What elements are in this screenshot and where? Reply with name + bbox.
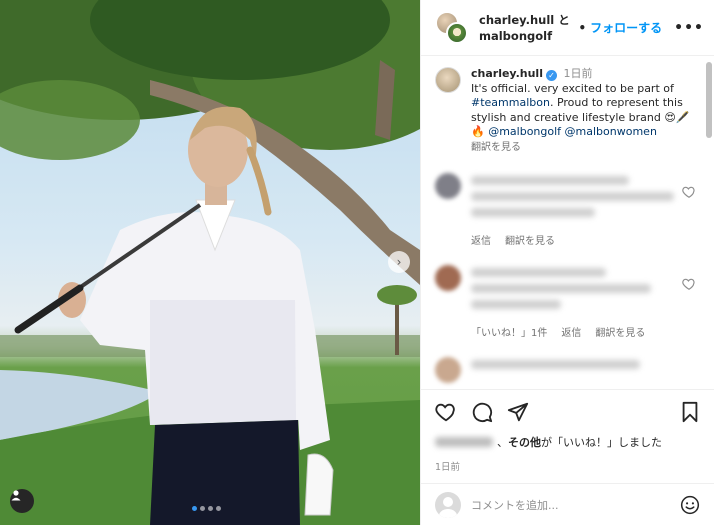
comments-scrollbar[interactable]: [706, 62, 712, 138]
blurred-comment-text: [471, 265, 696, 316]
likes-separator: 、: [497, 436, 508, 449]
comment-actions: 「いいね！」1件 返信 翻訳を見る: [471, 324, 696, 339]
likes-text: が「いいね！」しました: [541, 436, 662, 449]
add-comment-bar: コメントを追加...: [421, 483, 714, 525]
likes-summary[interactable]: 、その他 が「いいね！」しました: [435, 434, 700, 450]
collab-usernames: charley.hull と malbongolf: [479, 12, 578, 44]
joiner-text: と: [554, 12, 570, 27]
comment-item: [435, 357, 696, 383]
caption: charley.hull ✓ 1日前 It's official. very ex…: [435, 67, 696, 155]
tagged-user-button[interactable]: [10, 489, 34, 513]
post-image[interactable]: ›: [0, 0, 420, 525]
like-heart-icon[interactable]: [435, 401, 457, 423]
username-link[interactable]: charley.hull: [479, 13, 554, 27]
caption-body: charley.hull ✓ 1日前 It's official. very ex…: [471, 67, 696, 155]
avatar: [446, 21, 468, 44]
avatar[interactable]: [435, 67, 461, 93]
post-header: charley.hull と malbongolf • フォローする •••: [421, 0, 714, 56]
comment-like-count[interactable]: 「いいね！」1件: [471, 324, 547, 339]
carousel-dot: [216, 506, 221, 511]
separator-dot: •: [578, 21, 587, 35]
username-link[interactable]: charley.hull: [471, 67, 543, 80]
caption-text: It's official. very excited to be part o…: [471, 81, 674, 95]
translate-link[interactable]: 翻訳を見る: [595, 324, 645, 339]
comment-input[interactable]: コメントを追加...: [471, 497, 670, 513]
post-actions: 、その他 が「いいね！」しました 1日前: [421, 389, 714, 473]
carousel-dot: [208, 506, 213, 511]
comment-item: [435, 173, 696, 224]
current-user-avatar: [435, 491, 461, 518]
save-bookmark-icon[interactable]: [680, 401, 700, 423]
collab-avatars[interactable]: [435, 10, 469, 45]
translate-link[interactable]: 翻訳を見る: [471, 142, 521, 153]
like-comment-heart-icon[interactable]: [682, 185, 696, 199]
follow-button[interactable]: • フォローする: [578, 19, 662, 36]
carousel-dot: [192, 506, 197, 511]
blurred-comment-text: [471, 357, 696, 383]
comment-item: [435, 265, 696, 316]
avatar[interactable]: [435, 357, 461, 383]
blurred-comment-text: [471, 173, 696, 224]
blurred-username: [435, 437, 493, 447]
share-paper-plane-icon[interactable]: [507, 401, 529, 423]
avatar[interactable]: [435, 173, 461, 199]
next-photo-button[interactable]: ›: [388, 251, 410, 273]
reply-button[interactable]: 返信: [471, 232, 491, 247]
like-comment-heart-icon[interactable]: [682, 277, 696, 291]
emoji-icon[interactable]: [680, 495, 700, 515]
verified-badge-icon: ✓: [545, 70, 557, 81]
user-icon: [11, 490, 21, 501]
mention-link[interactable]: @malbongolf: [488, 125, 561, 138]
post-details-panel: charley.hull と malbongolf • フォローする ••• ch…: [420, 0, 714, 525]
post-timestamp[interactable]: 1日前: [435, 459, 700, 473]
comment-bubble-icon[interactable]: [471, 401, 493, 423]
more-options-button[interactable]: •••: [674, 20, 704, 36]
carousel-dot: [200, 506, 205, 511]
mention-link[interactable]: @malbonwomen: [565, 125, 657, 138]
carousel-indicator: [192, 506, 221, 511]
follow-label: フォローする: [590, 21, 663, 35]
likes-others[interactable]: その他: [508, 434, 541, 450]
caption-time: 1日前: [563, 67, 593, 80]
reply-button[interactable]: 返信: [561, 324, 581, 339]
username-link[interactable]: malbongolf: [479, 29, 552, 43]
avatar[interactable]: [435, 265, 461, 291]
golfer-photo: [0, 0, 420, 525]
hashtag-link[interactable]: #teammalbon: [471, 96, 550, 109]
comment-actions: 返信 翻訳を見る: [471, 232, 696, 247]
comments-list[interactable]: charley.hull ✓ 1日前 It's official. very ex…: [421, 57, 714, 388]
translate-link[interactable]: 翻訳を見る: [505, 232, 555, 247]
